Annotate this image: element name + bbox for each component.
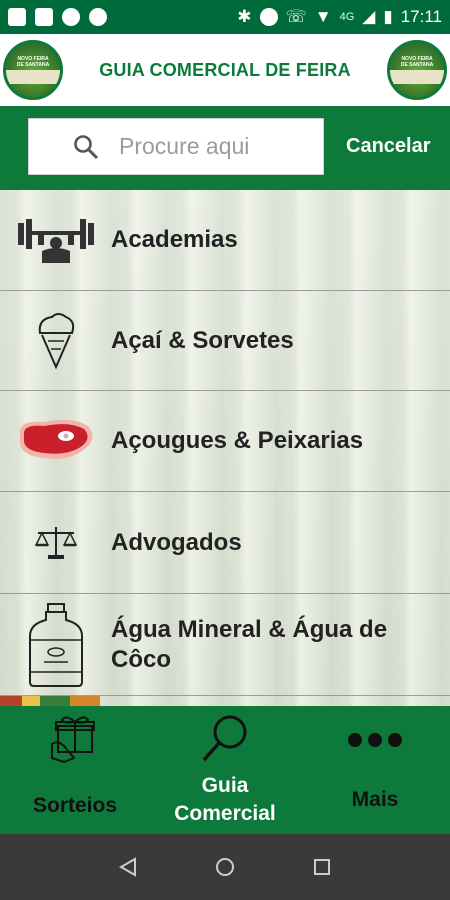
wifi-calling-icon: ☏	[285, 7, 307, 26]
notification-icons	[8, 8, 107, 26]
message-icon	[35, 8, 53, 26]
recents-icon[interactable]	[311, 856, 333, 878]
ice-cream-icon	[14, 306, 98, 376]
app-logo-left: NOVO FEIRA DE SANTANA	[3, 40, 63, 100]
motorola-icon	[89, 8, 107, 26]
logo-text: NOVO FEIRA DE SANTANA	[400, 56, 434, 68]
search-bar: Cancelar	[0, 106, 450, 190]
list-item[interactable]: Advogados	[0, 492, 450, 594]
system-navigation-bar	[0, 834, 450, 900]
nav-label: Guia Comercial	[174, 774, 276, 825]
gift-icon	[51, 716, 95, 764]
list-item[interactable]: Água Mineral & Água de Côco	[0, 594, 450, 696]
list-item[interactable]: Açougues & Peixarias	[0, 391, 450, 492]
water-jug-icon	[14, 600, 98, 690]
network-type: 4G	[339, 11, 355, 23]
back-icon[interactable]	[117, 856, 139, 878]
nav-sorteios[interactable]: Sorteios	[0, 706, 150, 834]
battery-icon: ▮	[383, 7, 393, 26]
status-bar: ✱ ☏ ▼ 4G ◢ ▮ 17:11	[0, 0, 450, 34]
app-logo-right: NOVO FEIRA DE SANTANA	[387, 40, 447, 100]
app-icon	[62, 8, 80, 26]
nav-guia-comercial[interactable]: Guia Comercial	[150, 706, 300, 834]
category-label: Advogados	[111, 528, 242, 556]
search-icon	[74, 134, 99, 159]
bluetooth-icon: ✱	[237, 7, 252, 26]
category-label: Água Mineral & Água de Côco	[111, 615, 388, 673]
home-icon[interactable]	[214, 856, 236, 878]
nav-label: Mais	[351, 788, 399, 811]
category-list: Academias Açaí & Sorvetes Açougues & Pei…	[0, 190, 450, 706]
do-not-disturb-icon	[259, 8, 278, 26]
more-dots-icon	[348, 733, 402, 747]
gym-icon	[14, 205, 98, 275]
list-item[interactable]: Açaí & Sorvetes	[0, 291, 450, 391]
nav-label: Sorteios	[32, 794, 118, 817]
category-label: Academias	[111, 226, 238, 253]
category-label: Açaí & Sorvetes	[111, 326, 294, 354]
search-input[interactable]	[119, 133, 319, 160]
app-header: NOVO FEIRA DE SANTANA GUIA COMERCIAL DE …	[0, 34, 450, 106]
nav-mais[interactable]: Mais	[300, 706, 450, 834]
scales-of-justice-icon	[14, 508, 98, 578]
category-label: Açougues & Peixarias	[111, 427, 364, 454]
system-icons: ✱ ☏ ▼ 4G ◢ ▮ 17:11	[237, 7, 442, 27]
page-title: GUIA COMERCIAL DE FEIRA	[99, 59, 351, 80]
notification-app-icon	[8, 8, 26, 26]
logo-text: NOVO FEIRA DE SANTANA	[16, 56, 50, 68]
cancel-button[interactable]: Cancelar	[346, 135, 431, 158]
signal-icon: ◢	[362, 7, 376, 26]
list-item[interactable]: Academias	[0, 190, 450, 291]
meat-steak-icon	[14, 406, 98, 476]
next-item-peek	[0, 696, 450, 706]
bottom-navigation: Sorteios Guia Comercial Mais	[0, 706, 450, 834]
clock: 17:11	[400, 7, 442, 26]
wifi-icon: ▼	[314, 7, 332, 26]
search-box[interactable]	[28, 118, 324, 175]
search-icon	[202, 715, 247, 762]
